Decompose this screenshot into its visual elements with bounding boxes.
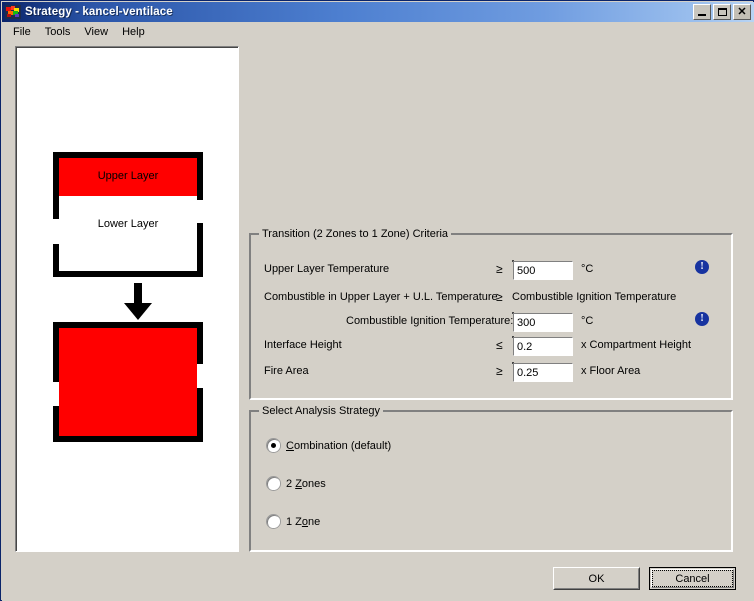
maximize-icon: [718, 8, 727, 16]
interface-height-input[interactable]: [513, 337, 573, 356]
fire-area-input[interactable]: [513, 363, 573, 382]
upper-layer-temp-operator: ≥: [496, 262, 503, 276]
radio-combination-label: Combination (default): [286, 439, 392, 452]
client-area: Upper Layer Lower Layer Transition (2 Zo…: [2, 41, 754, 601]
radio-combination-mark: [267, 439, 280, 452]
close-button[interactable]: ✕: [733, 4, 751, 20]
combustible-ignition-temp-text: Combustible Ignition Temperature: [512, 291, 677, 303]
close-icon: ✕: [737, 5, 747, 18]
one-zone-diagram: [53, 322, 203, 442]
fire-area-label: Fire Area: [264, 365, 309, 377]
two-zone-diagram: Upper Layer Lower Layer: [53, 152, 203, 277]
title-bar: Strategy - kancel-ventilace ✕: [2, 2, 754, 22]
combustible-ignition-temp-label: Combustible Ignition Temperature:: [346, 315, 514, 327]
lower-layer-fill: [59, 196, 197, 271]
combustible-ignition-temp-input[interactable]: [513, 313, 573, 332]
analysis-strategy-group: Select Analysis Strategy Combination (de…: [249, 405, 733, 552]
menu-item-tools[interactable]: Tools: [38, 24, 78, 40]
strategy-group-title: Select Analysis Strategy: [259, 405, 384, 417]
ok-button[interactable]: OK: [553, 567, 640, 590]
menu-item-file[interactable]: File: [6, 24, 38, 40]
minimize-button[interactable]: [693, 4, 711, 20]
upper-layer-temp-input[interactable]: [513, 261, 573, 280]
combustible-upper-layer-label: Combustible in Upper Layer + U.L. Temper…: [264, 291, 498, 303]
radio-1-zone-mark: [267, 515, 280, 528]
one-zone-fill: [59, 328, 197, 436]
lower-layer-label: Lower Layer: [97, 218, 159, 230]
interface-height-label: Interface Height: [264, 339, 342, 351]
upper-layer-label: Upper Layer: [97, 170, 159, 182]
app-icon: [5, 5, 21, 19]
radio-2-zones[interactable]: 2 Zones: [267, 477, 326, 490]
window-title: Strategy - kancel-ventilace: [25, 6, 173, 18]
radio-1-zone[interactable]: 1 Zone: [267, 515, 320, 528]
menu-item-view[interactable]: View: [77, 24, 115, 40]
down-arrow-icon: [120, 283, 156, 321]
maximize-button[interactable]: [713, 4, 731, 20]
radio-2-zones-mark: [267, 477, 280, 490]
fire-area-operator: ≥: [496, 364, 503, 378]
radio-1-zone-label: 1 Zone: [286, 515, 321, 528]
combustible-ignition-temp-unit: °C: [581, 315, 594, 327]
minimize-icon: [698, 14, 706, 16]
upper-layer-temp-label: Upper Layer Temperature: [264, 263, 390, 275]
combustible-ignition-temp-info-icon[interactable]: !: [695, 312, 709, 326]
cancel-button[interactable]: Cancel: [649, 567, 736, 590]
interface-height-unit: x Compartment Height: [581, 339, 692, 351]
radio-2-zones-label: 2 Zones: [286, 477, 326, 490]
zone-illustration-panel: Upper Layer Lower Layer: [15, 46, 239, 552]
fire-area-unit: x Floor Area: [581, 365, 641, 377]
menu-bar: File Tools View Help: [2, 22, 754, 41]
interface-height-operator: ≤: [496, 338, 503, 352]
window-controls: ✕: [693, 4, 751, 20]
upper-layer-temp-info-icon[interactable]: !: [695, 260, 709, 274]
transition-criteria-group: Transition (2 Zones to 1 Zone) Criteria …: [249, 228, 733, 400]
cancel-button-label: Cancel: [675, 572, 710, 585]
radio-combination[interactable]: Combination (default): [267, 439, 391, 452]
strategy-window: Strategy - kancel-ventilace ✕ File Tools…: [0, 0, 754, 601]
transition-group-title: Transition (2 Zones to 1 Zone) Criteria: [259, 228, 452, 240]
upper-layer-temp-unit: °C: [581, 263, 594, 275]
combustible-upper-layer-operator: ≥: [496, 290, 503, 304]
menu-item-help[interactable]: Help: [115, 24, 152, 40]
ok-button-label: OK: [588, 572, 605, 585]
